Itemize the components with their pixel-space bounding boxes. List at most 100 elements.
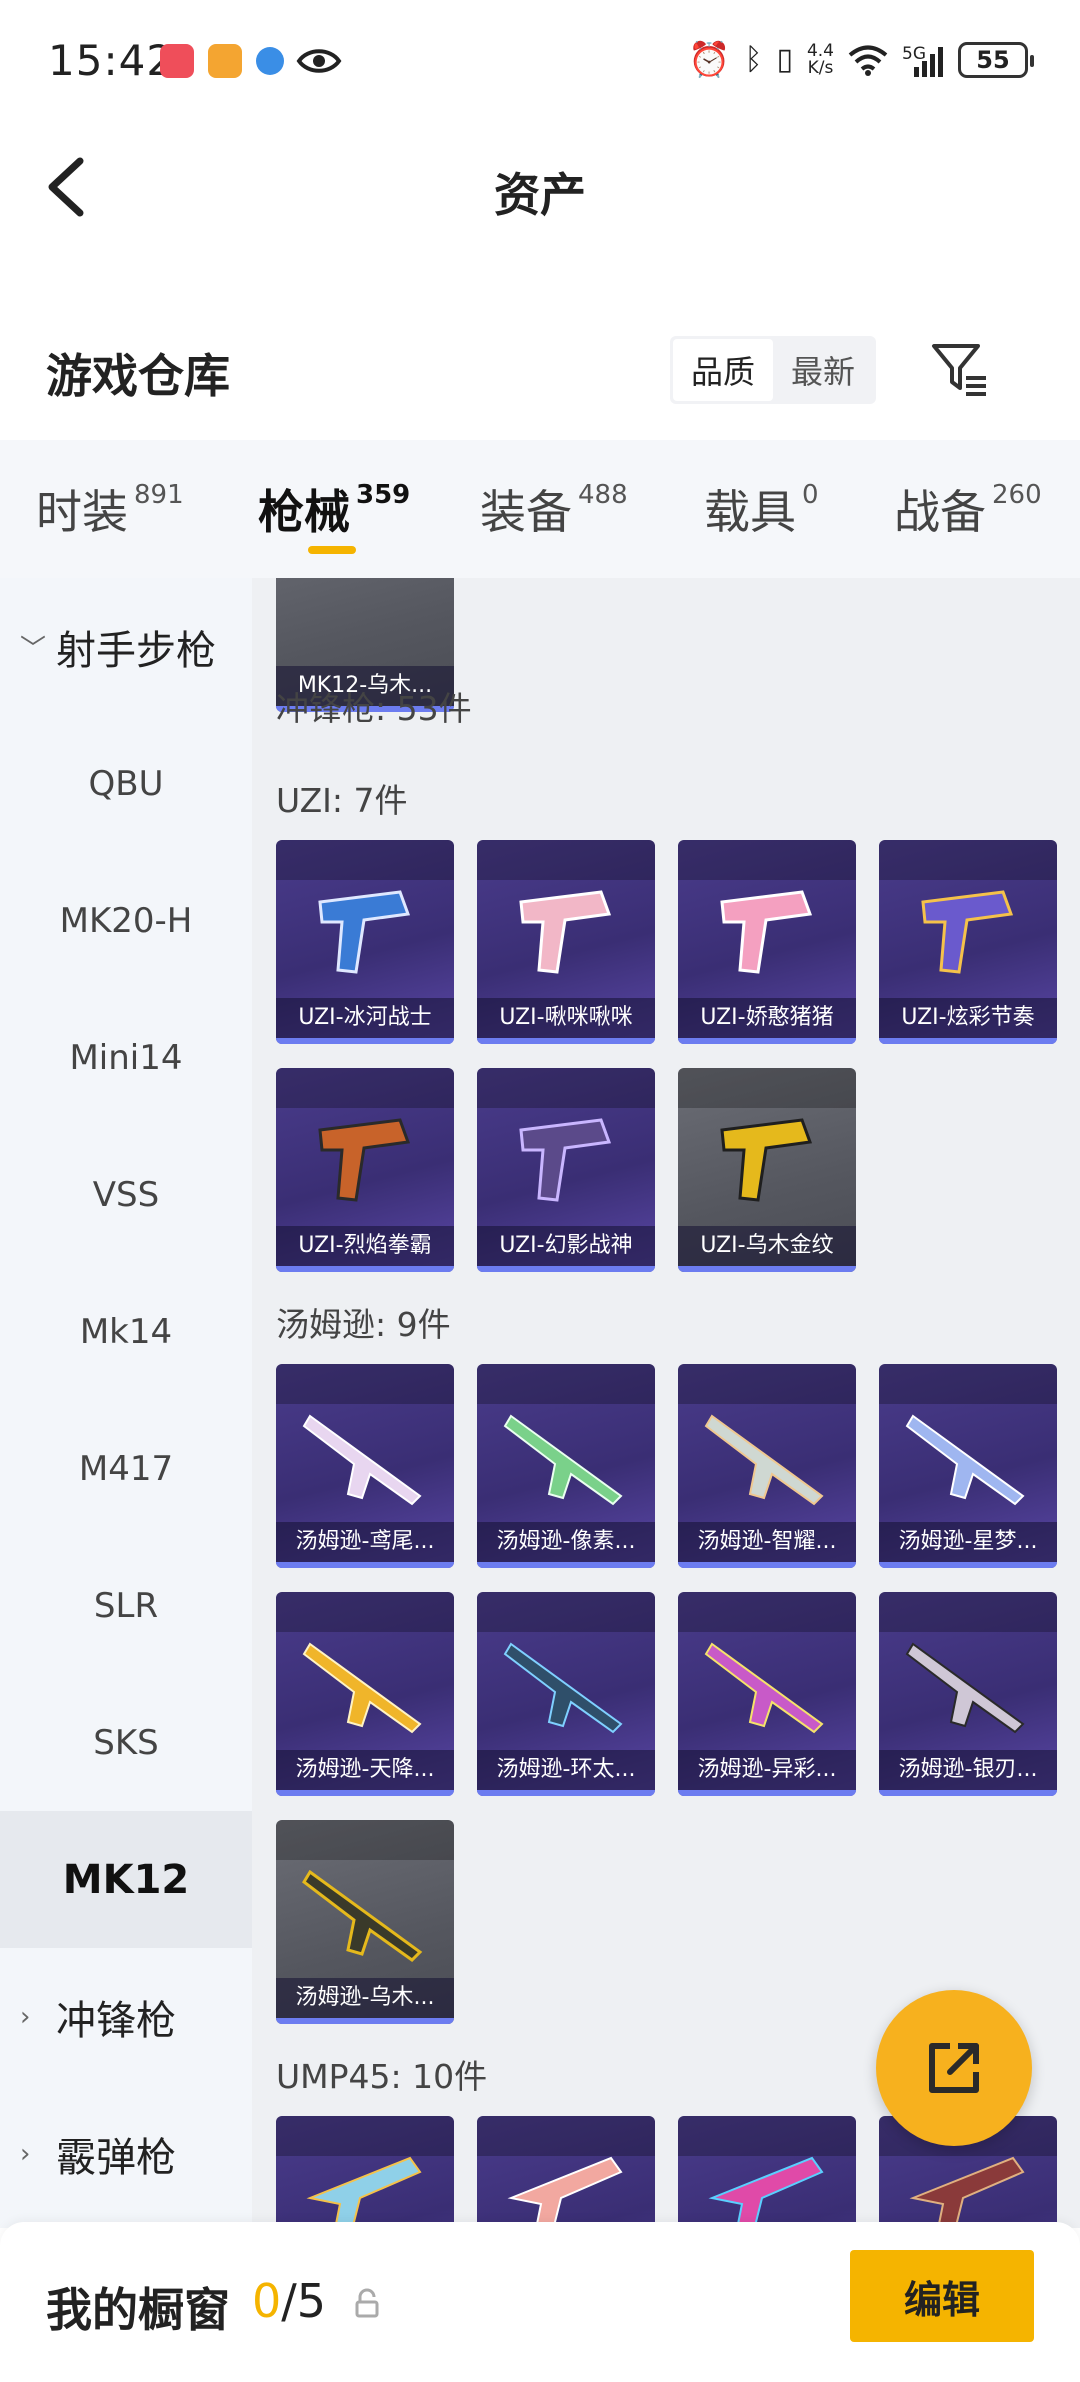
- tab-vehicles[interactable]: 载具 0: [704, 476, 819, 542]
- filter-icon[interactable]: [928, 338, 992, 402]
- quality-bar: [678, 1790, 856, 1796]
- sort-option-newest[interactable]: 最新: [773, 339, 873, 401]
- weapon-card[interactable]: [678, 2116, 856, 2228]
- weapon-card[interactable]: UZI-冰河战士: [276, 840, 454, 1044]
- sidebar-item-mk20h[interactable]: MK20-H: [0, 852, 252, 989]
- category-tabs: 时装 891 枪械 359 装备 488 载具 0 战备 260: [0, 440, 1080, 578]
- thompson-skin-icon: [905, 1642, 1025, 1734]
- weapon-card[interactable]: 汤姆逊-智耀...: [678, 1364, 856, 1568]
- chevron-down-icon: ﹀: [20, 634, 47, 664]
- weapon-card[interactable]: UZI-幻影战神: [477, 1068, 655, 1272]
- weapon-card-name: UZI-乌木金纹: [678, 1226, 856, 1266]
- weapon-card-name: 汤姆逊-像素...: [477, 1522, 655, 1562]
- net-speed-unit: K/s: [807, 58, 834, 78]
- weapon-card[interactable]: UZI-娇憨猪猪: [678, 840, 856, 1044]
- uzi-skin-icon: [519, 1118, 612, 1202]
- sidebar-item-vss[interactable]: VSS: [0, 1126, 252, 1263]
- weapon-card-name: 汤姆逊-星梦...: [879, 1522, 1057, 1562]
- quality-bar: [879, 1790, 1057, 1796]
- sidebar-group-label: 霰弹枪: [56, 2134, 176, 2181]
- uzi-skin-icon: [318, 890, 411, 974]
- tab-supplies[interactable]: 战备 260: [894, 476, 1042, 542]
- ump45-skin-icon: [708, 2156, 824, 2228]
- weapon-card-name: UZI-炫彩节奏: [879, 998, 1057, 1038]
- ump45-skin-icon: [306, 2156, 422, 2228]
- showcase-current: 0: [252, 2274, 282, 2328]
- red-app-icon: [160, 44, 194, 78]
- tab-count: 488: [578, 480, 628, 510]
- net-speed: 4.4 K/s: [807, 43, 834, 77]
- weapon-card-name: UZI-烈焰拳霸: [276, 1226, 454, 1266]
- orange-app-icon: [208, 44, 242, 78]
- edit-button[interactable]: 编辑: [850, 2250, 1034, 2342]
- quality-bar: [276, 2018, 454, 2024]
- quality-bar: [678, 1266, 856, 1272]
- eye-icon: [296, 49, 342, 73]
- showcase-total: /5: [281, 2274, 327, 2328]
- weapon-card[interactable]: 汤姆逊-环太...: [477, 1592, 655, 1796]
- tab-label: 载具: [704, 485, 796, 539]
- lock-icon: [355, 2288, 379, 2318]
- sidebar-group-shotgun[interactable]: › 霰弹枪: [0, 2085, 252, 2222]
- chevron-right-icon: ›: [20, 2001, 31, 2032]
- quality-bar: [678, 1038, 856, 1044]
- sort-toggle: 品质 最新: [670, 336, 876, 404]
- tab-label: 时装: [36, 485, 128, 539]
- sidebar-item-sks[interactable]: SKS: [0, 1674, 252, 1811]
- blue-app-icon: [256, 47, 284, 75]
- battery-indicator: 55: [958, 42, 1034, 78]
- tab-count: 260: [992, 480, 1042, 510]
- sidebar-group-smg[interactable]: › 冲锋枪: [0, 1948, 252, 2085]
- weapon-card[interactable]: 汤姆逊-银刃...: [879, 1592, 1057, 1796]
- weapon-heading-uzi: UZI: 7件: [276, 781, 408, 820]
- weapon-card-name: UZI-啾咪啾咪: [477, 998, 655, 1038]
- weapon-card[interactable]: 汤姆逊-像素...: [477, 1364, 655, 1568]
- sidebar-item-mini14[interactable]: Mini14: [0, 989, 252, 1126]
- tab-guns[interactable]: 枪械 359: [258, 476, 410, 542]
- weapon-card-name: 汤姆逊-异彩...: [678, 1750, 856, 1790]
- tab-equipment[interactable]: 装备 488: [480, 476, 628, 542]
- sort-option-quality[interactable]: 品质: [673, 339, 773, 401]
- weapon-card[interactable]: 汤姆逊-星梦...: [879, 1364, 1057, 1568]
- quality-bar: [276, 1038, 454, 1044]
- weapon-card[interactable]: 汤姆逊-鸢尾...: [276, 1364, 454, 1568]
- sidebar-group-marksman[interactable]: ﹀ 射手步枪: [0, 578, 252, 715]
- thompson-skin-icon: [704, 1642, 824, 1734]
- status-bar: 15:42 ⏰ ᛒ ▯ 4.4 K/s 5G 55: [0, 0, 1080, 125]
- weapon-card[interactable]: 汤姆逊-异彩...: [678, 1592, 856, 1796]
- weapon-type-sidebar: ﹀ 射手步枪 QBU MK20-H Mini14 VSS Mk14 M417 S…: [0, 578, 252, 2228]
- quality-bar: [276, 1266, 454, 1272]
- sidebar-item-mk12[interactable]: MK12: [0, 1811, 252, 1948]
- alarm-icon: ⏰: [688, 40, 731, 80]
- tab-outfit[interactable]: 时装 891: [36, 476, 184, 542]
- weapon-card[interactable]: UZI-啾咪啾咪: [477, 840, 655, 1044]
- share-icon: [929, 2043, 979, 2093]
- bluetooth-icon: ᛒ: [744, 42, 763, 77]
- category-heading-smg: 冲锋枪: 53件: [276, 689, 472, 728]
- sidebar-item-mk14[interactable]: Mk14: [0, 1263, 252, 1400]
- ump45-skin-icon: [507, 2156, 623, 2228]
- warehouse-title: 游戏仓库: [46, 349, 230, 403]
- quality-bar: [276, 1790, 454, 1796]
- sidebar-item-m417[interactable]: M417: [0, 1400, 252, 1537]
- weapon-card[interactable]: UZI-烈焰拳霸: [276, 1068, 454, 1272]
- share-fab[interactable]: [876, 1990, 1032, 2146]
- tab-label: 战备: [894, 485, 986, 539]
- sidebar-group-label: 冲锋枪: [56, 1997, 176, 2044]
- weapon-card[interactable]: UZI-炫彩节奏: [879, 840, 1057, 1044]
- signal-icon: 5G: [902, 40, 944, 80]
- page-title: 资产: [494, 168, 586, 222]
- weapon-card-name: UZI-幻影战神: [477, 1226, 655, 1266]
- weapon-card[interactable]: 汤姆逊-天降...: [276, 1592, 454, 1796]
- warehouse-header: 游戏仓库 品质 最新: [0, 300, 1080, 440]
- chevron-right-icon: ›: [20, 2138, 31, 2169]
- uzi-skin-icon: [318, 1118, 411, 1202]
- weapon-card[interactable]: [477, 2116, 655, 2228]
- weapon-card[interactable]: 汤姆逊-乌木...: [276, 1820, 454, 2024]
- quality-bar: [678, 1562, 856, 1568]
- sidebar-item-qbu[interactable]: QBU: [0, 715, 252, 852]
- sidebar-item-slr[interactable]: SLR: [0, 1537, 252, 1674]
- weapon-card[interactable]: UZI-乌木金纹: [678, 1068, 856, 1272]
- weapon-card[interactable]: [276, 2116, 454, 2228]
- thompson-skin-icon: [704, 1414, 824, 1506]
